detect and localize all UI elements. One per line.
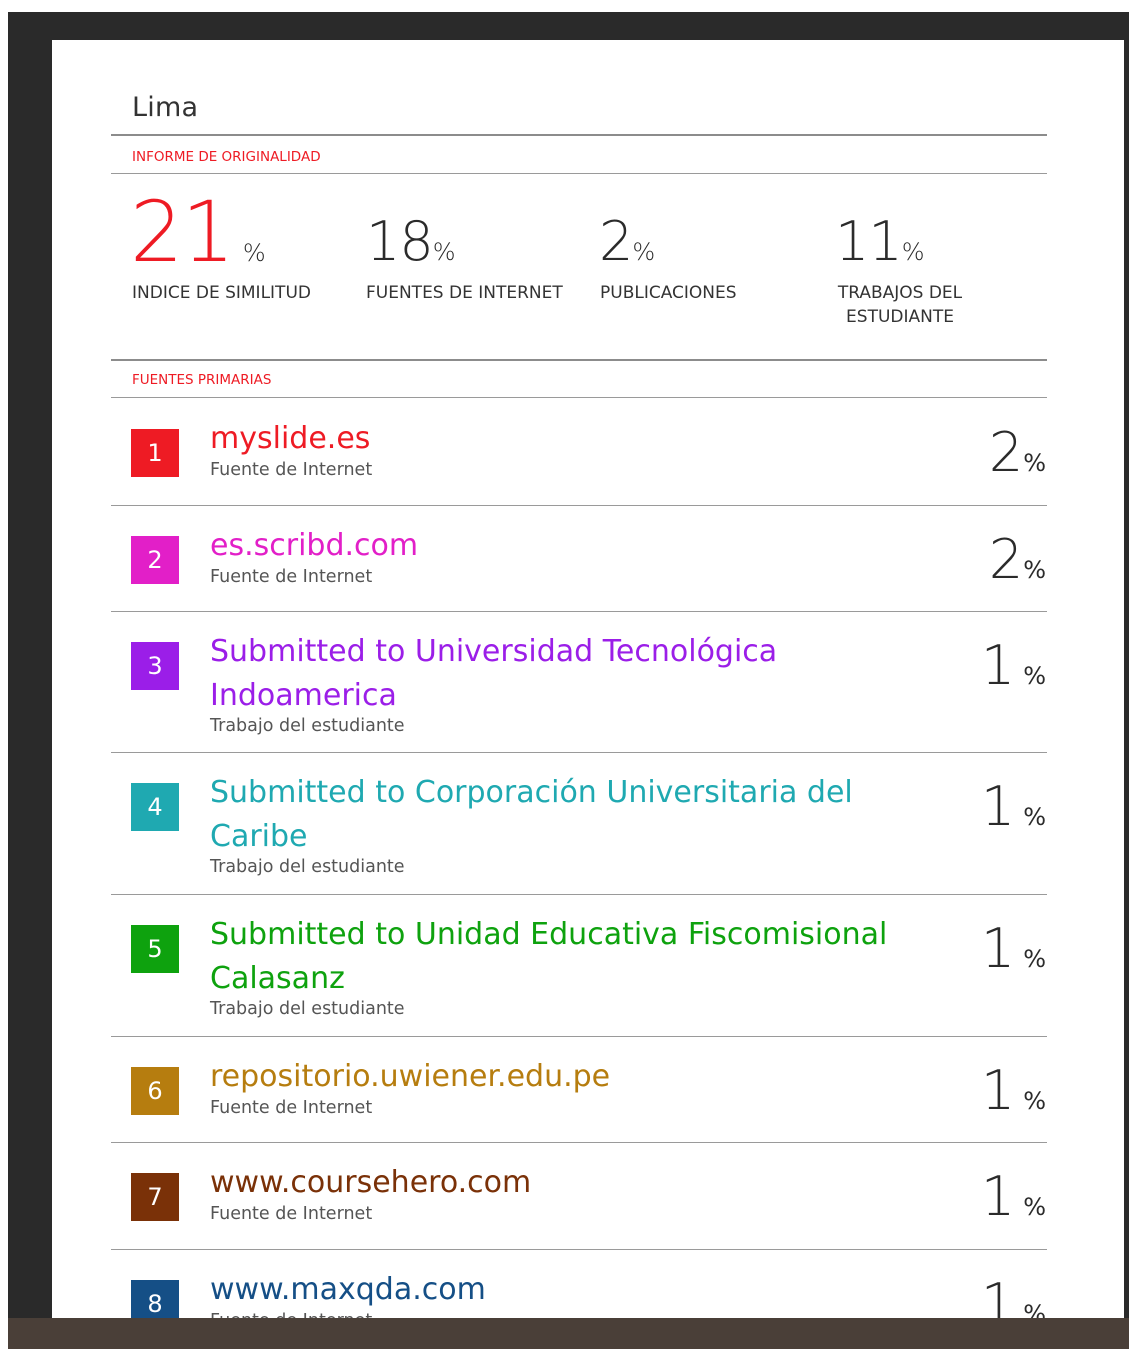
source-rank-badge: 1 [131,429,179,477]
originality-report-heading: INFORME DE ORIGINALIDAD [132,149,321,165]
source-match-percent: 1% [981,780,1046,834]
title-divider [111,134,1047,136]
source-rank-badge: 6 [131,1067,179,1115]
viewer-frame-top [8,12,1129,40]
source-rank-badge: 3 [131,642,179,690]
source-match-unit: % [1023,945,1046,973]
source-name-continued[interactable]: Calasanz [210,957,345,1001]
primary-sources-heading: FUENTES PRIMARIAS [132,372,272,388]
source-rank-badge: 5 [131,925,179,973]
source-name[interactable]: es.scribd.com [210,524,418,568]
source-name[interactable]: Submitted to Corporación Universitaria d… [210,771,853,815]
source-match-unit: % [1023,803,1046,831]
source-type: Trabajo del estudiante [210,716,405,736]
source-rank-badge: 4 [131,783,179,831]
source-match-unit: % [1023,662,1046,690]
source-match-percent: 1% [981,1064,1046,1118]
source-match-value: 1 [980,775,1016,838]
source-match-value: 1 [980,1059,1016,1122]
source-match-value: 1 [980,1165,1016,1228]
source-name[interactable]: repositorio.uwiener.edu.pe [210,1055,610,1099]
source-rank-badge: 2 [131,536,179,584]
source-name[interactable]: myslide.es [210,417,370,461]
source-match-unit: % [1023,556,1046,584]
source-row-divider [111,505,1047,506]
source-type: Fuente de Internet [210,1098,373,1118]
source-match-unit: % [1023,449,1046,477]
similarity-index-value: 21% [130,183,266,281]
source-row-divider [111,1249,1047,1250]
source-row-divider [111,1036,1047,1037]
source-name-continued[interactable]: Caribe [210,815,308,859]
source-match-unit: % [1023,1087,1046,1115]
similarity-index-label: INDICE DE SIMILITUD [132,283,311,303]
sources-heading-divider [111,397,1047,398]
publications-value: 2% [599,210,656,273]
bottom-toolbar [8,1318,1129,1349]
source-row-divider [111,894,1047,895]
source-type: Trabajo del estudiante [210,999,405,1019]
source-type: Trabajo del estudiante [210,857,405,877]
source-name[interactable]: Submitted to Universidad Tecnológica [210,630,777,674]
source-match-value: 1 [980,917,1016,980]
source-row-divider [111,752,1047,753]
source-type: Fuente de Internet [210,1204,373,1224]
source-match-percent: 1% [981,639,1046,693]
source-type: Fuente de Internet [210,460,373,480]
source-match-value: 2 [988,528,1024,591]
student-papers-value: 11% [835,210,925,273]
source-match-unit: % [1023,1193,1046,1221]
report-heading-divider [111,173,1047,174]
source-match-percent: 2% [989,426,1046,480]
source-row-divider [111,611,1047,612]
source-match-value: 2 [988,421,1024,484]
publications-label: PUBLICACIONES [600,283,737,303]
source-match-percent: 2% [989,533,1046,587]
source-name[interactable]: www.coursehero.com [210,1161,531,1205]
document-title: Lima [132,92,199,123]
source-match-value: 1 [980,634,1016,697]
stats-divider [111,359,1047,361]
internet-sources-label: FUENTES DE INTERNET [366,283,563,303]
source-type: Fuente de Internet [210,567,373,587]
internet-sources-value: 18% [366,210,456,273]
source-match-percent: 1% [981,1170,1046,1224]
source-name[interactable]: Submitted to Unidad Educativa Fiscomisio… [210,913,887,957]
source-name[interactable]: www.maxqda.com [210,1268,486,1312]
student-papers-label: TRABAJOS DEL ESTUDIANTE [837,283,963,327]
viewer-frame-left [8,12,52,1318]
source-name-continued[interactable]: Indoamerica [210,674,397,718]
source-rank-badge: 7 [131,1173,179,1221]
viewer-frame-right [1124,12,1129,1318]
source-row-divider [111,1142,1047,1143]
source-match-percent: 1% [981,922,1046,976]
